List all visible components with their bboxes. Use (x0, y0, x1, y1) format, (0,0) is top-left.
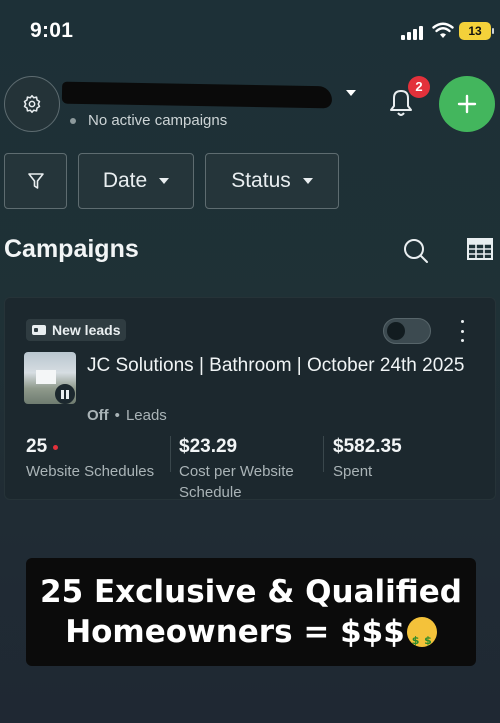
new-leads-label: New leads (52, 322, 121, 338)
metric-value: $582.35 (333, 436, 402, 457)
metric-value: 25 (26, 436, 171, 458)
status-filter[interactable]: Status (205, 153, 339, 209)
metric-label: Spent (333, 463, 373, 480)
status-time: 9:01 (30, 19, 74, 42)
status-bar: 9:01 13 (0, 0, 500, 60)
status-filter-label: Status (231, 169, 291, 192)
account-name-redacted[interactable] (61, 81, 333, 109)
metric-spent: $582.35 Spent (333, 436, 473, 482)
date-filter-label: Date (102, 169, 148, 192)
metric-label: Website Schedules (26, 463, 155, 480)
lead-card-icon (32, 325, 46, 335)
thumbnail-sign (36, 370, 56, 384)
money-mouth-emoji-icon (406, 617, 437, 661)
metric-cost-per-schedule: $23.29 Cost per Website Schedule (179, 436, 319, 503)
campaign-state: Off (87, 407, 109, 424)
table-icon (467, 238, 493, 260)
new-leads-badge: New leads (26, 319, 127, 341)
gear-icon (23, 94, 41, 114)
search-button[interactable] (401, 236, 431, 266)
section-title: Campaigns (4, 235, 139, 263)
caret-down-icon (159, 178, 170, 184)
toggle-knob (387, 322, 405, 340)
new-indicator-dot (53, 444, 59, 450)
metric-website-schedules: 25 Website Schedules (26, 436, 171, 482)
metric-value: $23.29 (179, 436, 238, 457)
meta-separator: • (114, 407, 120, 424)
campaign-name[interactable]: JC Solutions | Bathroom | October 24th 2… (87, 353, 477, 379)
campaign-objective: Leads (125, 407, 167, 424)
metric-label: Cost per Website Schedule (179, 463, 294, 501)
add-button[interactable] (439, 76, 495, 132)
campaign-card[interactable]: New leads JC Solutions | Bathroom | Octo… (4, 297, 496, 503)
filter-button[interactable] (4, 153, 67, 209)
metric-divider (170, 436, 171, 472)
funnel-icon (27, 173, 44, 189)
more-options-icon[interactable] (457, 320, 467, 342)
search-icon (404, 239, 428, 263)
caption-line-2-wrap: Homeowners = $$$ (65, 612, 437, 661)
metric-value-text: 25 (26, 436, 48, 457)
notification-badge: 2 (408, 76, 430, 98)
status-dot (70, 117, 76, 124)
caption-overlay: 25 Exclusive & Qualified Homeowners = $$… (26, 558, 476, 666)
date-filter[interactable]: Date (78, 153, 194, 209)
metric-divider (323, 436, 324, 472)
signal-icon (401, 26, 423, 40)
campaign-status: No active campaigns (70, 112, 227, 129)
table-view-button[interactable] (467, 238, 497, 266)
caption-line-1: 25 Exclusive & Qualified (40, 574, 462, 610)
chevron-down-icon[interactable] (346, 90, 356, 96)
campaign-status-text: No active campaigns (88, 112, 228, 129)
caption-line-2: Homeowners = $$$ (65, 614, 405, 650)
battery-icon: 13 (459, 22, 494, 40)
campaign-meta: Off • Leads (87, 407, 167, 424)
wifi-icon (432, 22, 454, 38)
battery-level: 13 (468, 24, 482, 38)
settings-button[interactable] (4, 76, 60, 132)
campaign-toggle[interactable] (383, 318, 431, 344)
caret-down-icon (302, 178, 313, 184)
pause-icon (55, 384, 75, 404)
plus-icon (457, 94, 477, 114)
